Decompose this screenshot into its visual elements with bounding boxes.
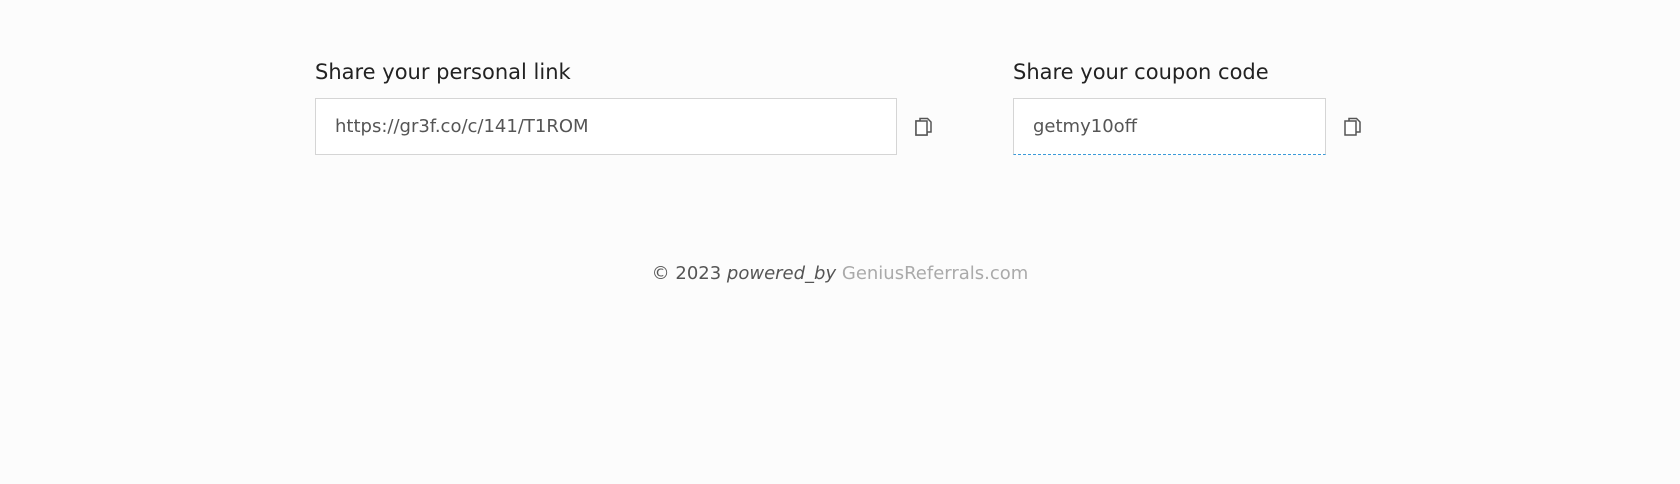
copyright-text: © 2023	[651, 263, 722, 284]
copy-icon[interactable]	[1342, 116, 1364, 138]
footer: © 2023 powered_by GeniusReferrals.com	[0, 263, 1680, 284]
coupon-code-row	[1013, 98, 1364, 155]
genius-referrals-link[interactable]: GeniusReferrals.com	[842, 263, 1028, 284]
copy-icon[interactable]	[913, 116, 935, 138]
coupon-code-section: Share your coupon code	[1013, 57, 1364, 155]
personal-link-title: Share your personal link	[315, 60, 571, 84]
personal-link-section: Share your personal link	[315, 57, 935, 155]
coupon-code-input[interactable]	[1013, 98, 1326, 155]
share-page: Share your personal link Share your coup…	[0, 0, 1680, 484]
powered-by-text: powered_by	[726, 263, 837, 284]
coupon-code-title: Share your coupon code	[1013, 60, 1269, 84]
personal-link-row	[315, 98, 935, 155]
personal-link-input[interactable]	[315, 98, 897, 155]
